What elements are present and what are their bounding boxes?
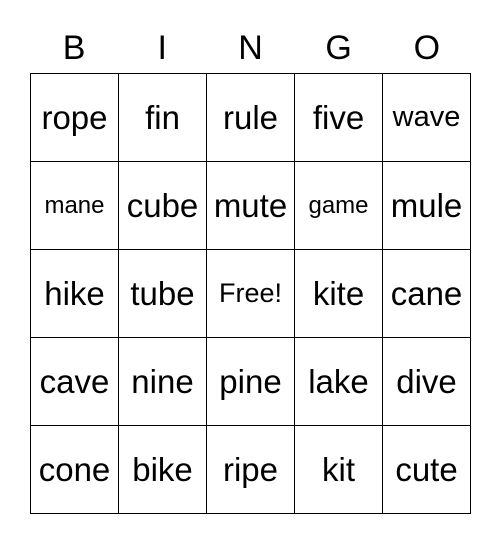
bingo-cell[interactable]: kit — [294, 425, 383, 514]
bingo-cell[interactable]: five — [294, 73, 383, 162]
bingo-cell[interactable]: game — [294, 161, 383, 250]
header-letter-b: B — [62, 29, 86, 67]
header-letter-n: N — [238, 29, 263, 67]
bingo-cell[interactable]: pine — [206, 337, 295, 426]
header-letter-i: I — [157, 29, 167, 67]
bingo-cell[interactable]: fin — [118, 73, 207, 162]
bingo-grid: rope fin rule five wave mane cube mute g… — [30, 73, 471, 514]
bingo-cell[interactable]: mane — [30, 161, 119, 250]
bingo-cell[interactable]: dive — [382, 337, 471, 426]
grid-row: cone bike ripe kit cute — [30, 425, 471, 514]
header-letter-o: O — [413, 29, 441, 67]
bingo-cell[interactable]: bike — [118, 425, 207, 514]
bingo-cell[interactable]: cute — [382, 425, 471, 514]
bingo-cell[interactable]: cube — [118, 161, 207, 250]
grid-row: mane cube mute game mule — [30, 161, 471, 250]
bingo-cell[interactable]: rule — [206, 73, 295, 162]
bingo-cell[interactable]: cane — [382, 249, 471, 338]
bingo-cell[interactable]: wave — [382, 73, 471, 162]
bingo-cell[interactable]: hike — [30, 249, 119, 338]
grid-row: cave nine pine lake dive — [30, 337, 471, 426]
free-space-cell[interactable]: Free! — [206, 249, 295, 338]
bingo-header: B I N G O — [30, 28, 471, 68]
bingo-cell[interactable]: nine — [118, 337, 207, 426]
bingo-cell[interactable]: cave — [30, 337, 119, 426]
grid-row: rope fin rule five wave — [30, 73, 471, 162]
bingo-cell[interactable]: ripe — [206, 425, 295, 514]
grid-row: hike tube Free! kite cane — [30, 249, 471, 338]
bingo-cell[interactable]: tube — [118, 249, 207, 338]
bingo-cell[interactable]: mute — [206, 161, 295, 250]
bingo-cell[interactable]: mule — [382, 161, 471, 250]
bingo-cell[interactable]: lake — [294, 337, 383, 426]
bingo-cell[interactable]: kite — [294, 249, 383, 338]
bingo-cell[interactable]: cone — [30, 425, 119, 514]
header-letter-g: G — [325, 29, 352, 67]
bingo-cell[interactable]: rope — [30, 73, 119, 162]
